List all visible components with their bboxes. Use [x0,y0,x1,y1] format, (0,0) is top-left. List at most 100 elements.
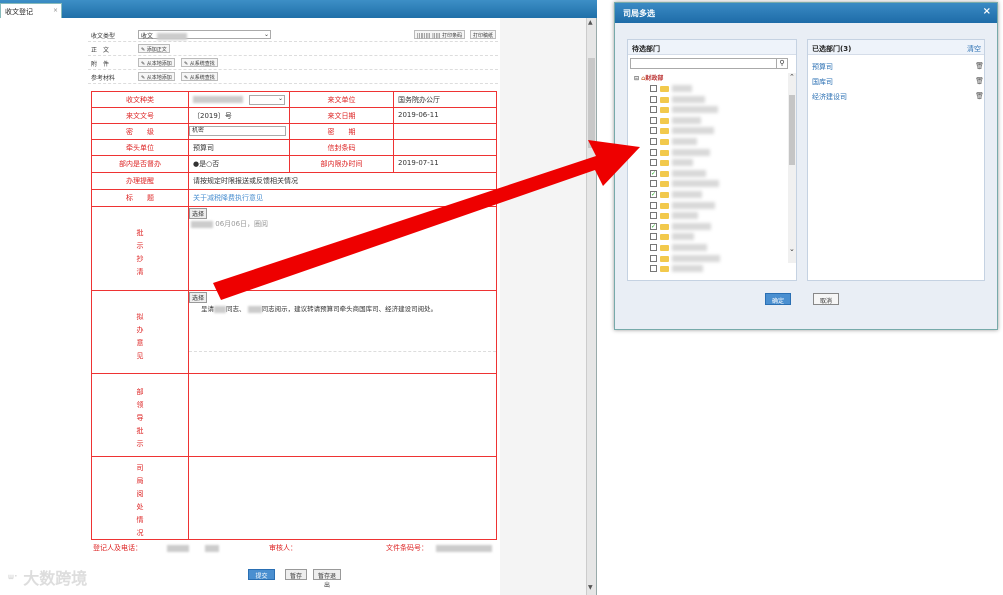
print-barcode-button[interactable]: |||||||| ||||| 打印条码 [414,30,466,39]
tree-item-label [672,265,703,273]
form-row: 密 级 机密 密 期 [92,124,496,140]
tree-item[interactable] [650,254,790,264]
tree-item-label [672,191,702,198]
supervise-radio[interactable]: ●是○否 [189,156,289,172]
checkbox[interactable] [650,212,657,220]
checkbox[interactable] [650,265,657,273]
scroll-up-icon[interactable]: ▲ [588,19,593,26]
field-value[interactable]: 2019-06-11 [394,108,496,123]
attach-local-button[interactable]: ✎ 从本地添加 [138,58,175,67]
tree-item[interactable]: ✓ [650,190,790,200]
field-value[interactable]: 2019-07-11 [394,156,496,172]
tree-item[interactable] [650,105,790,115]
tree-item-label [672,180,719,188]
doc-type-row: 收文类型 收文 ⌄ |||||||| ||||| 打印条码 打印稿纸 [88,28,498,42]
tree-item[interactable] [650,232,790,242]
barcode-value [436,545,492,552]
checkbox[interactable]: ✓ [650,191,657,198]
checkbox[interactable] [650,85,657,92]
scroll-thumb[interactable] [588,58,595,148]
tree-item[interactable] [650,211,790,221]
tab-receive-register[interactable]: 收文登记 × [0,3,62,18]
tree-item[interactable] [650,116,790,126]
choose-button[interactable]: 选择 [189,208,208,219]
checkbox[interactable] [650,148,657,156]
submit-button[interactable]: 提交 [248,569,275,580]
section-content[interactable] [189,374,496,456]
field-value[interactable]: 〔2019〕号 [189,108,289,123]
checkbox[interactable] [650,244,657,251]
reference-label: 参考材料 [91,75,116,82]
save-draft-button[interactable]: 暂存 [285,569,307,580]
choose-button[interactable]: 选择 [189,292,208,303]
tree-item[interactable] [650,148,790,158]
tree-item[interactable] [650,179,790,189]
selected-item[interactable]: 国库司 🗑 [812,77,984,87]
checkbox[interactable] [650,138,657,145]
trash-icon[interactable]: 🗑 [975,77,984,85]
field-value[interactable] [394,140,496,155]
checkbox[interactable] [650,254,657,262]
search-icon[interactable]: ⚲ [776,59,787,68]
checkbox[interactable] [650,201,657,209]
save-exit-button[interactable]: 暂存退出 [313,569,341,589]
tree-item[interactable] [650,158,790,168]
scroll-down-icon[interactable]: ▼ [588,584,593,591]
cancel-button[interactable]: 取消 [813,293,840,305]
tab-close-icon[interactable]: × [53,7,58,14]
ok-button[interactable]: 确定 [765,293,792,305]
field-value[interactable]: 预算司 [189,140,289,155]
close-icon[interactable]: × [983,6,991,17]
add-body-button[interactable]: ✎ 添加正文 [138,44,170,53]
tree-item[interactable] [650,84,790,94]
checkbox[interactable] [650,180,657,188]
title-value[interactable]: 关于减税降费执行意见 [189,190,496,206]
folder-icon [660,107,669,114]
checkbox[interactable] [650,116,657,124]
form-section: 批 示 抄 清 选择 06月06日，圈阅 [92,207,496,291]
category-select[interactable]: ⌄ [189,92,289,107]
tree-item[interactable] [650,264,790,274]
checkbox[interactable]: ✓ [650,222,657,230]
doc-type-select[interactable]: 收文 ⌄ [138,30,271,40]
folder-icon [660,181,669,188]
tree-item-label [672,85,692,92]
checkbox[interactable] [650,159,657,167]
secret-level-select[interactable]: 机密 [189,124,289,139]
checkbox[interactable] [650,106,657,114]
folder-icon [660,234,669,241]
tree-scrollbar[interactable]: ⌃ ⌄ [788,73,796,263]
tree-item[interactable]: ✓ [650,222,790,232]
tree-root[interactable]: ⊟ ⌂财政部 [634,73,663,82]
ref-local-button[interactable]: ✎ 从本地添加 [138,72,175,81]
checkbox[interactable] [650,233,657,241]
page-scrollbar[interactable]: ▲ ▼ [586,18,596,595]
attach-system-button[interactable]: ✎ 从系统查找 [181,58,218,67]
search-input[interactable]: ⚲ [630,58,788,69]
clear-button[interactable]: 清空 [967,44,981,54]
tree-item[interactable] [650,126,790,136]
field-value[interactable]: 国务院办公厅 [394,92,496,107]
checkbox[interactable] [650,95,657,103]
selected-item[interactable]: 经济建设司 🗑 [812,92,984,102]
tree-item[interactable] [650,137,790,147]
trash-icon[interactable]: 🗑 [975,92,984,100]
tree-item[interactable] [650,243,790,253]
body-text-row: 正 文 ✎ 添加正文 [88,42,498,56]
tree-item[interactable] [650,95,790,105]
section-content[interactable] [189,457,496,540]
selected-item[interactable]: 预算司 🗑 [812,62,984,72]
chevron-down-icon[interactable]: ⌄ [249,95,285,105]
tree-item[interactable]: ✓ [650,169,790,179]
tree-scroll-thumb[interactable] [789,95,795,165]
checkbox[interactable]: ✓ [650,169,657,177]
field-label: 密 期 [289,124,394,139]
trash-icon[interactable]: 🗑 [975,62,984,70]
attachment-row: 附 件 ✎ 从本地添加 ✎ 从系统查找 [88,56,498,70]
print-draft-button[interactable]: 打印稿纸 [470,30,497,39]
checkbox[interactable] [650,127,657,135]
tree-item[interactable] [650,201,790,211]
field-value[interactable] [394,124,496,139]
field-value[interactable]: 请按规定时限报送或反馈相关情况 [189,173,496,189]
ref-system-button[interactable]: ✎ 从系统查找 [181,72,218,81]
